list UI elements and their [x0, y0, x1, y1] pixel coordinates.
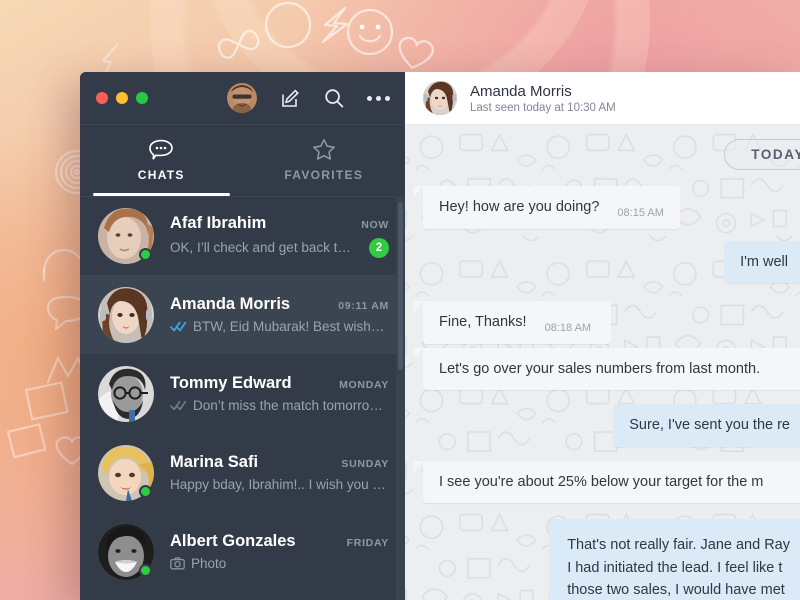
square-icon [24, 381, 69, 421]
circle-icon [264, 1, 312, 49]
conversation-pane: Amanda Morris Last seen today at 10:30 A… [405, 72, 800, 600]
infinity-icon [217, 29, 260, 59]
list-item-time: SUNDAY [341, 458, 389, 470]
sidebar: CHATS FAVORITES Afaf Ibrahim NOW OK, I’l… [80, 72, 405, 600]
maximize-button[interactable] [136, 92, 148, 104]
list-item-time: NOW [361, 218, 389, 231]
message-row: That's not really fair. Jane and Ray I h… [405, 519, 800, 600]
message-bubble-incoming[interactable]: Let's go over your sales numbers from la… [413, 347, 800, 391]
avatar [98, 286, 154, 343]
read-receipt-icon [170, 321, 187, 332]
tab-favorites-label: FAVORITES [284, 168, 364, 182]
compose-icon[interactable] [279, 87, 301, 109]
message-bubble-incoming[interactable]: Hey! how are you doing? 08:15 AM [414, 186, 680, 229]
list-item-preview: Photo [191, 556, 227, 571]
list-item-name: Tommy Edward [170, 374, 292, 392]
messages-scroll-area[interactable]: TODAY Hey! how are you doing? 08:15 AM I'… [405, 125, 800, 600]
online-indicator [139, 247, 152, 261]
online-indicator [139, 563, 152, 577]
message-row: I'm well [405, 240, 800, 284]
message-row: Fine, Thanks! 08:18 AM [405, 301, 800, 344]
list-item-name: Marina Safi [170, 453, 259, 471]
lightning-icon [321, 6, 349, 44]
search-icon[interactable] [323, 87, 345, 109]
message-text: I'm well [740, 253, 788, 270]
message-time: 08:15 AM [617, 207, 664, 219]
message-bubble-outgoing[interactable]: Sure, I've sent you the re [613, 404, 800, 447]
close-button[interactable] [96, 92, 108, 104]
avatar [98, 207, 154, 264]
day-divider: TODAY [724, 139, 800, 170]
list-item-time: FRIDAY [346, 537, 389, 549]
app-window: CHATS FAVORITES Afaf Ibrahim NOW OK, I’l… [80, 72, 800, 600]
message-text: Fine, Thanks! [439, 314, 527, 331]
unread-badge: 2 [369, 237, 389, 258]
list-item-name: Albert Gonzales [170, 532, 296, 550]
tab-chats-label: CHATS [137, 167, 185, 182]
list-item-time: MONDAY [339, 379, 389, 391]
list-item-time: 09:11 AM [338, 300, 389, 312]
list-item-preview: BTW, Eid Mubarak! Best wishes fo ... [193, 319, 389, 334]
message-text: Sure, I've sent you the re [629, 417, 790, 434]
profile-avatar[interactable] [227, 83, 257, 113]
message-text: Hey! how are you doing? [439, 199, 600, 215]
list-item[interactable]: Amanda Morris 09:11 AM BTW, Eid Mubarak!… [80, 275, 405, 354]
tab-chats[interactable]: CHATS [80, 124, 243, 196]
message-bubble-outgoing[interactable]: I'm well [724, 240, 800, 284]
list-item-preview: Happy bday, Ibrahim!.. I wish you all t … [170, 477, 389, 492]
list-item-preview: OK, I’ll check and get back to you. [170, 240, 355, 255]
message-bubble-outgoing[interactable]: That's not really fair. Jane and Ray I h… [549, 519, 800, 600]
message-bubble-incoming[interactable]: Fine, Thanks! 08:18 AM [414, 301, 611, 344]
headphones-icon [42, 248, 86, 282]
conversation-contact-name: Amanda Morris [470, 82, 572, 100]
scrollbar-thumb[interactable] [398, 202, 403, 370]
chat-list[interactable]: Afaf Ibrahim NOW OK, I’ll check and get … [80, 196, 405, 600]
tab-favorites[interactable]: FAVORITES [243, 124, 406, 196]
sidebar-scrollbar[interactable] [396, 196, 405, 600]
message-text: I see you're about 25% below your target… [439, 473, 764, 490]
day-divider-row: TODAY [405, 139, 800, 170]
message-row: Hey! how are you doing? 08:15 AM [405, 186, 800, 229]
traffic-light-buttons [96, 92, 148, 104]
desktop-backdrop: CHATS FAVORITES Afaf Ibrahim NOW OK, I’l… [0, 0, 800, 600]
conversation-status: Last seen today at 10:30 AM [470, 101, 616, 114]
online-indicator [139, 484, 152, 498]
avatar [98, 444, 154, 501]
heart-icon [398, 36, 434, 69]
list-item-name: Amanda Morris [170, 295, 291, 313]
list-item-preview: Don’t miss the match tomorrow e ... [193, 398, 389, 413]
list-item[interactable]: Tommy Edward MONDAY Don’t miss the match… [80, 354, 405, 433]
conversation-header: Amanda Morris Last seen today at 10:30 A… [405, 72, 800, 125]
message-row: Sure, I've sent you the re [405, 404, 800, 447]
list-item[interactable]: Albert Gonzales FRIDAY Photo [80, 512, 405, 591]
camera-icon [170, 557, 185, 570]
list-item-name: Afaf Ibrahim [170, 213, 267, 232]
chat-bubble-icon [149, 139, 174, 160]
list-item[interactable]: Afaf Ibrahim NOW OK, I’ll check and get … [80, 196, 405, 275]
list-item[interactable]: Marina Safi SUNDAY Happy bday, Ibrahim!.… [80, 433, 405, 512]
star-icon [312, 139, 335, 160]
message-list[interactable]: TODAY Hey! how are you doing? 08:15 AM I'… [405, 125, 800, 600]
message-bubble-incoming[interactable]: I see you're about 25% below your target… [413, 460, 800, 504]
conversation-avatar[interactable] [423, 81, 457, 115]
message-text: That's not really fair. Jane and Ray I h… [567, 537, 790, 599]
avatar [98, 523, 154, 580]
message-text: Let's go over your sales numbers from la… [439, 360, 761, 377]
avatar [98, 365, 154, 422]
smiley-icon [346, 8, 394, 56]
message-row: Let's go over your sales numbers from la… [405, 347, 800, 391]
window-titlebar [80, 72, 405, 124]
delivered-receipt-icon [170, 400, 187, 411]
minimize-button[interactable] [116, 92, 128, 104]
sidebar-tabs: CHATS FAVORITES [80, 124, 405, 196]
message-row: I see you're about 25% below your target… [405, 460, 800, 504]
diamond-icon [6, 423, 47, 459]
more-options-icon[interactable] [366, 87, 390, 109]
message-time: 08:18 AM [544, 322, 592, 335]
